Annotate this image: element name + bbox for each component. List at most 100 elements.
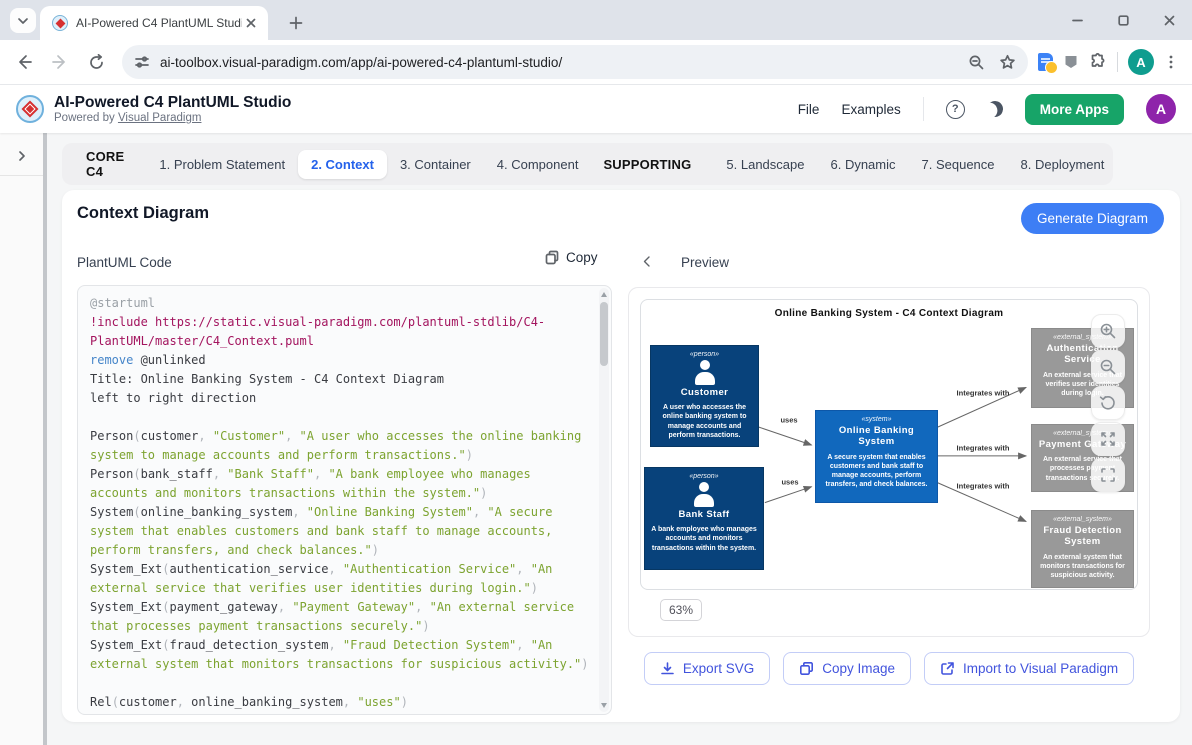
more-apps-button[interactable]: More Apps [1025,94,1124,125]
preview-panel: Online Banking System - C4 Context Diagr… [628,287,1150,637]
code-line[interactable]: System_Ext(payment_gateway, "Payment Gat… [90,598,589,636]
edge-label: uses [781,478,798,487]
extensions-icon[interactable] [1089,53,1107,71]
node-stereotype: «external_system» [1053,516,1112,523]
import-to-visual-paradigm-button[interactable]: Import to Visual Paradigm [924,652,1134,685]
code-line[interactable]: Rel(bank_staff, online_banking_system, "… [90,712,589,715]
tab-2-context[interactable]: 2. Context [298,150,387,179]
scroll-up-icon[interactable] [601,292,607,297]
plantuml-code-editor[interactable]: @startuml!include https://static.visual-… [77,285,612,715]
diagram-node-fraud-detection-system[interactable]: «external_system»Fraud Detection SystemA… [1031,510,1134,588]
diagram-node-customer[interactable]: «person»CustomerA user who accesses the … [650,345,759,447]
minimize-button[interactable] [1054,0,1100,40]
scrollbar-thumb[interactable] [600,302,608,366]
zoom-out-button[interactable] [1091,350,1125,384]
download-doc-icon[interactable] [1038,53,1053,71]
menu-file[interactable]: File [798,102,820,117]
code-line[interactable]: System(online_banking_system, "Online Ba… [90,503,589,560]
tab-favicon-icon [52,15,68,31]
code-line[interactable]: remove @unlinked [90,351,589,370]
tab-search-button[interactable] [10,8,36,33]
code-line[interactable]: System_Ext(fraud_detection_system, "Frau… [90,636,589,674]
code-line[interactable]: !include https://static.visual-paradigm.… [90,313,589,351]
collapse-preview-button[interactable] [637,252,655,270]
tab-3-container[interactable]: 3. Container [387,150,484,179]
import-label: Import to Visual Paradigm [963,661,1118,676]
node-name: Online Banking System [821,425,932,448]
edge-label: uses [780,416,797,425]
diagram-canvas[interactable]: Online Banking System - C4 Context Diagr… [640,299,1138,590]
scroll-down-icon[interactable] [601,703,607,708]
new-tab-button[interactable] [284,11,308,35]
tab-5-landscape[interactable]: 5. Landscape [713,150,817,179]
zoom-in-button[interactable] [1091,314,1125,348]
chevron-left-icon [642,255,651,268]
forward-button[interactable] [44,46,76,78]
sidebar-divider [0,175,43,176]
diagram-edge-1 [765,487,812,503]
reload-button[interactable] [80,46,112,78]
expand-button[interactable] [1091,422,1125,456]
node-stereotype: «person» [689,473,718,480]
browser-profile-avatar[interactable]: A [1128,49,1154,75]
sidebar-expand-button[interactable] [9,143,35,169]
maximize-button[interactable] [1100,0,1146,40]
diagram-zoom-controls [1091,314,1125,492]
code-line[interactable]: Person(customer, "Customer", "A user who… [90,427,589,465]
export-svg-button[interactable]: Export SVG [644,652,770,685]
copy-icon [545,250,559,265]
left-sidebar [0,133,47,745]
url-text[interactable]: ai-toolbox.visual-paradigm.com/app/ai-po… [160,55,968,70]
zoom-out-page-icon[interactable] [968,54,985,71]
tab-6-dynamic[interactable]: 6. Dynamic [817,150,908,179]
generate-diagram-button[interactable]: Generate Diagram [1021,203,1164,234]
side-panel-icon[interactable] [1063,54,1079,70]
code-line[interactable]: Title: Online Banking System - C4 Contex… [90,370,589,389]
back-button[interactable] [8,46,40,78]
powered-by-prefix: Powered by [54,112,118,124]
site-settings-icon[interactable] [134,54,150,70]
diagram-tabbar: CORE C4 1. Problem Statement2. Context3. … [62,143,1113,185]
code-scrollbar[interactable] [599,288,609,712]
help-icon[interactable]: ? [946,100,965,119]
code-line[interactable]: System_Ext(authentication_service, "Auth… [90,560,589,598]
reset-view-button[interactable] [1091,386,1125,420]
tab-1-problem-statement[interactable]: 1. Problem Statement [146,150,298,179]
browser-titlebar: AI-Powered C4 PlantUML Studio [0,0,1192,40]
tab-8-deployment[interactable]: 8. Deployment [1008,150,1118,179]
node-name: Bank Staff [679,509,730,520]
code-line[interactable] [90,408,589,427]
copy-image-label: Copy Image [822,661,895,676]
tab-4-component[interactable]: 4. Component [484,150,592,179]
node-description: A secure system that enables customers a… [821,453,932,489]
address-bar[interactable]: ai-toolbox.visual-paradigm.com/app/ai-po… [122,45,1028,79]
code-content[interactable]: @startuml!include https://static.visual-… [90,294,589,715]
visual-paradigm-link[interactable]: Visual Paradigm [118,112,202,124]
user-avatar[interactable]: A [1146,94,1176,124]
menu-examples[interactable]: Examples [841,102,900,117]
app-logo-icon [16,95,44,123]
diagram-node-bank-staff[interactable]: «person»Bank StaffA bank employee who ma… [644,467,764,570]
diagram-node-online-banking-system[interactable]: «system»Online Banking SystemA secure sy… [815,410,938,503]
browser-menu-icon[interactable] [1164,54,1178,70]
bookmark-star-icon[interactable] [999,54,1016,71]
node-stereotype: «person» [690,351,719,358]
copy-image-button[interactable]: Copy Image [783,652,911,685]
code-line[interactable]: @startuml [90,294,589,313]
code-line[interactable] [90,674,589,693]
fit-view-button[interactable] [1091,458,1125,492]
tab-group-label: CORE C4 [74,149,136,179]
close-window-button[interactable] [1146,0,1192,40]
dark-mode-icon[interactable] [985,99,1005,119]
edge-label: Integrates with [957,444,1010,453]
workspace: CORE C4 1. Problem Statement2. Context3. … [0,133,1192,745]
tab-7-sequence[interactable]: 7. Sequence [909,150,1008,179]
edge-label: Integrates with [957,389,1010,398]
copy-code-button[interactable]: Copy [545,250,598,265]
powered-by: Powered by Visual Paradigm [54,112,291,124]
tab-close-icon[interactable] [242,14,260,32]
code-line[interactable]: Rel(customer, online_banking_system, "us… [90,693,589,712]
browser-tab[interactable]: AI-Powered C4 PlantUML Studio [40,6,268,40]
code-line[interactable]: left to right direction [90,389,589,408]
code-line[interactable]: Person(bank_staff, "Bank Staff", "A bank… [90,465,589,503]
